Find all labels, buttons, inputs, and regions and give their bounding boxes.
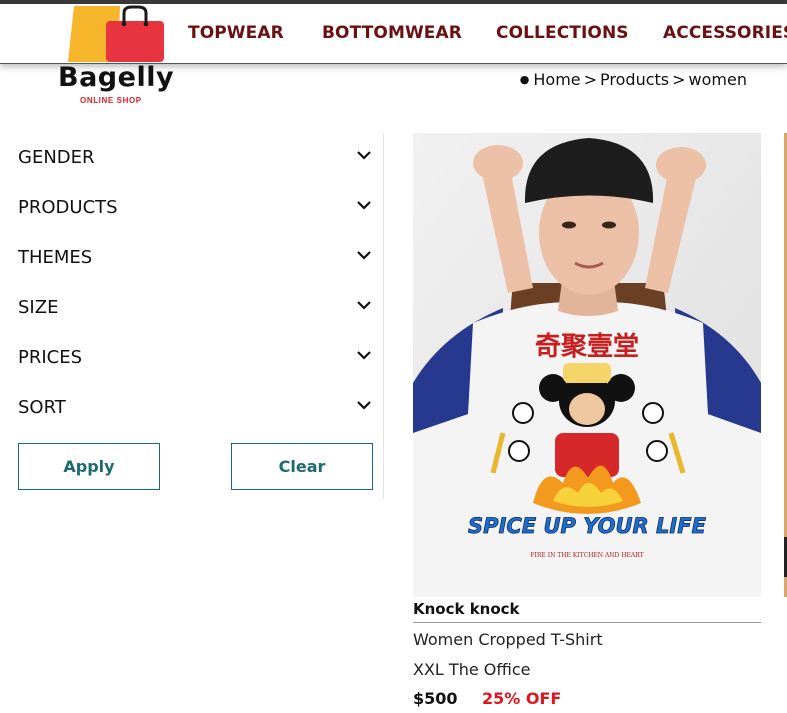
nav-link-bottomwear[interactable]: BOTTOMWEAR: [322, 23, 462, 43]
breadcrumb-women[interactable]: women: [689, 70, 747, 89]
filter-gender[interactable]: GENDER: [18, 143, 374, 173]
product-discount: 25% OFF: [482, 689, 562, 708]
filter-label: SORT: [18, 397, 66, 418]
filter-prices[interactable]: PRICES: [18, 343, 374, 373]
filter-sidebar: GENDER PRODUCTS THEMES SIZE PRICES SORT …: [0, 133, 384, 499]
filter-label: PRICES: [18, 347, 83, 368]
filter-sort[interactable]: SORT: [18, 393, 374, 423]
nav-link-topwear[interactable]: TOPWEAR: [188, 23, 284, 43]
product-subtitle: Women Cropped T-Shirt: [413, 630, 603, 649]
product-price: $500: [413, 689, 458, 708]
filter-label: GENDER: [18, 147, 95, 168]
chevron-down-icon: [357, 401, 371, 410]
chevron-down-icon: [357, 251, 371, 260]
filter-label: PRODUCTS: [18, 197, 118, 218]
chevron-down-icon: [357, 351, 371, 360]
filter-label: SIZE: [18, 297, 59, 318]
brand-name: Bagelly: [58, 62, 175, 93]
apply-button[interactable]: Apply: [18, 443, 160, 490]
nav-link-collections[interactable]: COLLECTIONS: [496, 23, 629, 43]
chevron-down-icon: [357, 151, 371, 160]
nav-link-accessories[interactable]: ACCESSORIES: [663, 23, 787, 43]
shopping-bag-icon: [68, 5, 164, 62]
breadcrumb-separator: >: [672, 70, 686, 89]
breadcrumb-separator: >: [583, 70, 598, 89]
breadcrumb: ● Home > Products > women: [520, 70, 747, 89]
svg-text:奇聚壹堂: 奇聚壹堂: [535, 332, 639, 362]
chevron-down-icon: [357, 201, 371, 210]
filter-products[interactable]: PRODUCTS: [18, 193, 374, 223]
clear-button[interactable]: Clear: [231, 443, 373, 490]
filter-themes[interactable]: THEMES: [18, 243, 374, 273]
filter-label: THEMES: [18, 247, 93, 268]
breadcrumb-bullet: ●: [519, 73, 530, 86]
breadcrumb-home[interactable]: Home: [533, 70, 580, 89]
product-title[interactable]: Knock knock: [413, 600, 761, 623]
site-logo[interactable]: Bagelly ONLINE SHOP: [56, 4, 186, 110]
filter-size[interactable]: SIZE: [18, 293, 374, 323]
product-photo: 奇聚壹堂 SPICE UP YOUR LIFE FIRE IN THE KITC…: [413, 133, 761, 597]
breadcrumb-products[interactable]: Products: [600, 70, 669, 89]
product-meta: XXL The Office: [413, 660, 531, 679]
print-subtext: FIRE IN THE KITCHEN AND HEART: [530, 552, 643, 559]
product-image[interactable]: 奇聚壹堂 SPICE UP YOUR LIFE FIRE IN THE KITC…: [413, 133, 761, 597]
print-text: SPICE UP YOUR LIFE: [468, 514, 707, 538]
brand-tagline: ONLINE SHOP: [80, 96, 142, 105]
chevron-down-icon: [357, 301, 371, 310]
